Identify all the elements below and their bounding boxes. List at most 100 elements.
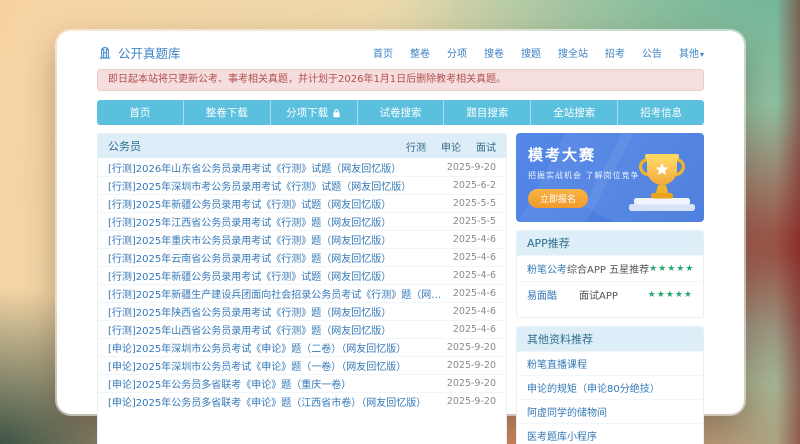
menu-item-label: 招考信息: [640, 107, 683, 119]
exam-date: 2025-4-6: [452, 252, 496, 263]
app-name-link[interactable]: 易面酷: [527, 287, 579, 302]
top-nav-item-search-paper[interactable]: 搜卷: [484, 45, 504, 60]
exam-link[interactable]: [申论]2025年深圳市公务员考试《申论》题（二卷）（网友回忆版）: [108, 340, 406, 355]
menu-item-label: 全站搜索: [553, 107, 596, 119]
resource-row: 医考题库小程序: [517, 423, 703, 444]
main-content: 公务员 行测 申论 面试 [行测]2026年山东省公务员录用考试《行测》试题（网…: [97, 133, 704, 444]
exam-link[interactable]: [行测]2025年新疆生产建设兵团面向社会招录公务员考试《行测》题（网友回忆版）: [108, 286, 445, 301]
menu-item-label: 试卷搜索: [379, 107, 422, 119]
menu-item-section-download[interactable]: 分项下载: [271, 100, 358, 125]
exam-link[interactable]: [行测]2025年山西省公务员录用考试《行测》题（网友回忆版）: [108, 322, 391, 337]
exam-row: [行测]2025年深圳市考公务员录用考试《行测》试题（网友回忆版） 2025-6-…: [98, 176, 506, 194]
exam-row: [行测]2025年重庆市公务员录用考试《行测》题（网友回忆版） 2025-4-6: [98, 230, 506, 248]
top-nav-item-sections[interactable]: 分项: [447, 45, 467, 60]
top-nav-item-more[interactable]: 其他▾: [679, 45, 704, 60]
exam-date: 2025-4-6: [452, 324, 496, 335]
exam-link[interactable]: [行测]2025年江西省公务员录用考试《行测》题（网友回忆版）: [108, 214, 391, 229]
menu-item-full-download[interactable]: 整卷下载: [184, 100, 271, 125]
menu-item-recruit-info[interactable]: 招考信息: [618, 100, 704, 125]
exam-link[interactable]: [行测]2025年陕西省公务员录用考试《行测》题（网友回忆版）: [108, 304, 391, 319]
signup-button[interactable]: 立即报名: [528, 189, 589, 208]
brand[interactable]: 公开真题库: [97, 43, 181, 62]
banner-subtitle: 把握实战机会 了解岗位竞争: [528, 171, 640, 180]
menu-bar: 首页 整卷下载 分项下载 试卷搜索 题目搜索 全站搜索 招考信息: [97, 100, 704, 125]
menu-item-paper-search[interactable]: 试卷搜索: [358, 100, 445, 125]
top-nav-item-search-site[interactable]: 搜全站: [558, 45, 588, 60]
resources-panel-title: 其他资料推荐: [527, 333, 593, 346]
tab-mianshi[interactable]: 面试: [476, 139, 496, 154]
lock-icon: [332, 108, 341, 118]
exam-link[interactable]: [行测]2025年重庆市公务员录用考试《行测》题（网友回忆版）: [108, 232, 391, 247]
exam-date: 2025-4-6: [452, 288, 496, 299]
resource-link[interactable]: 粉笔直播课程: [527, 360, 587, 371]
exam-link[interactable]: [行测]2026年山东省公务员录用考试《行测》试题（网友回忆版）: [108, 160, 401, 175]
app-row: 粉笔公考 综合APP 五星推荐 ★★★★★: [517, 255, 703, 281]
app-panel-spacer: [517, 307, 703, 317]
exam-row: [申论]2025年公务员多省联考《申论》题（重庆一卷） 2025-9-20: [98, 374, 506, 392]
top-nav-item-announcements[interactable]: 公告: [642, 45, 662, 60]
site-header: 公开真题库 首页 整卷 分项 搜卷 搜题 搜全站 招考 公告 其他▾: [97, 40, 704, 64]
exam-list: [行测]2026年山东省公务员录用考试《行测》试题（网友回忆版） 2025-9-2…: [98, 158, 506, 410]
app-desc: 面试APP: [579, 291, 618, 302]
resource-link[interactable]: 医考题库小程序: [527, 432, 597, 443]
top-nav-item-home[interactable]: 首页: [373, 45, 393, 60]
app-row: 易面酷 面试APP ★★★★★: [517, 281, 703, 307]
top-nav-item-full-papers[interactable]: 整卷: [410, 45, 430, 60]
top-nav-item-search-question[interactable]: 搜题: [521, 45, 541, 60]
exam-date: 2025-5-5: [452, 198, 496, 209]
exam-link[interactable]: [行测]2025年深圳市考公务员录用考试《行测》试题（网友回忆版）: [108, 178, 411, 193]
menu-item-label: 首页: [129, 107, 151, 119]
exam-date: 2025-4-6: [452, 306, 496, 317]
exam-row: [行测]2025年云南省公务员录用考试《行测》题（网友回忆版） 2025-4-6: [98, 248, 506, 266]
menu-item-site-search[interactable]: 全站搜索: [531, 100, 619, 125]
app-panel: APP推荐 粉笔公考 综合APP 五星推荐 ★★★★★ 易面酷 面试APP ★★…: [516, 230, 704, 318]
exam-link[interactable]: [行测]2025年云南省公务员录用考试《行测》题（网友回忆版）: [108, 250, 391, 265]
tab-xingce[interactable]: 行测: [406, 139, 426, 154]
exam-panel-header: 公务员 行测 申论 面试: [98, 134, 506, 158]
notice-bar: 即日起本站将只更新公考、事考相关真题，并计划于2026年1月1日后删除教考相关真…: [97, 69, 704, 91]
resource-row: 粉笔直播课程: [517, 351, 703, 375]
top-nav-item-recruit[interactable]: 招考: [605, 45, 625, 60]
exam-row: [行测]2025年江西省公务员录用考试《行测》题（网友回忆版） 2025-5-5: [98, 212, 506, 230]
app-panel-title: APP推荐: [527, 237, 570, 250]
right-sidebar: 模考大赛 把握实战机会 了解岗位竞争 立即报名 APP推荐 粉笔公考 综合APP…: [516, 133, 704, 444]
app-name-link[interactable]: 粉笔公考: [527, 261, 567, 276]
exam-panel: 公务员 行测 申论 面试 [行测]2026年山东省公务员录用考试《行测》试题（网…: [97, 133, 507, 444]
brand-name: 公开真题库: [118, 45, 181, 61]
app-panel-header: APP推荐: [517, 231, 703, 255]
exam-date: 2025-6-2: [452, 180, 496, 191]
menu-item-label: 分项下载: [286, 107, 329, 119]
app-stars: ★★★★★: [647, 289, 693, 300]
main-card: 公开真题库 首页 整卷 分项 搜卷 搜题 搜全站 招考 公告 其他▾ 即日起本站…: [57, 31, 744, 444]
notice-text: 即日起本站将只更新公考、事考相关真题，并计划于2026年1月1日后删除教考相关真…: [108, 74, 507, 85]
tab-shenlun[interactable]: 申论: [441, 139, 461, 154]
exam-row: [行测]2025年新疆公务员录用考试《行测》试题（网友回忆版） 2025-4-6: [98, 266, 506, 284]
exam-link[interactable]: [行测]2025年新疆公务员录用考试《行测》试题（网友回忆版）: [108, 268, 391, 283]
exam-date: 2025-4-6: [452, 270, 496, 281]
menu-item-label: 题目搜索: [466, 107, 509, 119]
exam-tabs: 行测 申论 面试: [406, 139, 496, 154]
exam-row: [行测]2025年新疆公务员录用考试《行测》试题（网友回忆版） 2025-5-5: [98, 194, 506, 212]
menu-item-label: 整卷下载: [205, 107, 248, 119]
banner-title: 模考大赛: [528, 146, 597, 164]
exam-row: [申论]2025年公务员多省联考《申论》题（江西省市卷）（网友回忆版） 2025-…: [98, 392, 506, 410]
resource-link[interactable]: 阿虚同学的储物间: [527, 408, 607, 419]
top-nav-more-label: 其他: [678, 48, 699, 60]
menu-item-home[interactable]: 首页: [97, 100, 184, 125]
exam-date: 2025-9-20: [446, 378, 496, 389]
resource-link[interactable]: 申论的规矩（申论80分绝技）: [527, 384, 660, 395]
top-nav: 首页 整卷 分项 搜卷 搜题 搜全站 招考 公告 其他▾: [373, 45, 704, 60]
mock-contest-banner[interactable]: 模考大赛 把握实战机会 了解岗位竞争 立即报名: [516, 133, 704, 222]
exam-link[interactable]: [申论]2025年公务员多省联考《申论》题（重庆一卷）: [108, 376, 351, 391]
resources-panel-header: 其他资料推荐: [517, 327, 703, 351]
exam-link[interactable]: [行测]2025年新疆公务员录用考试《行测》试题（网友回忆版）: [108, 196, 391, 211]
menu-item-question-search[interactable]: 题目搜索: [444, 100, 532, 125]
exam-date: 2025-9-20: [446, 342, 496, 353]
caret-down-icon: ▾: [699, 49, 704, 59]
exam-link[interactable]: [申论]2025年公务员多省联考《申论》题（江西省市卷）（网友回忆版）: [108, 394, 426, 409]
exam-row: [行测]2026年山东省公务员录用考试《行测》试题（网友回忆版） 2025-9-2…: [98, 158, 506, 176]
exam-date: 2025-9-20: [446, 360, 496, 371]
exam-link[interactable]: [申论]2025年深圳市公务员考试《申论》题（一卷）（网友回忆版）: [108, 358, 406, 373]
page-background: { "brand": { "name": "公开真题库" }, "icons":…: [0, 0, 800, 444]
exam-date: 2025-9-20: [446, 161, 496, 173]
